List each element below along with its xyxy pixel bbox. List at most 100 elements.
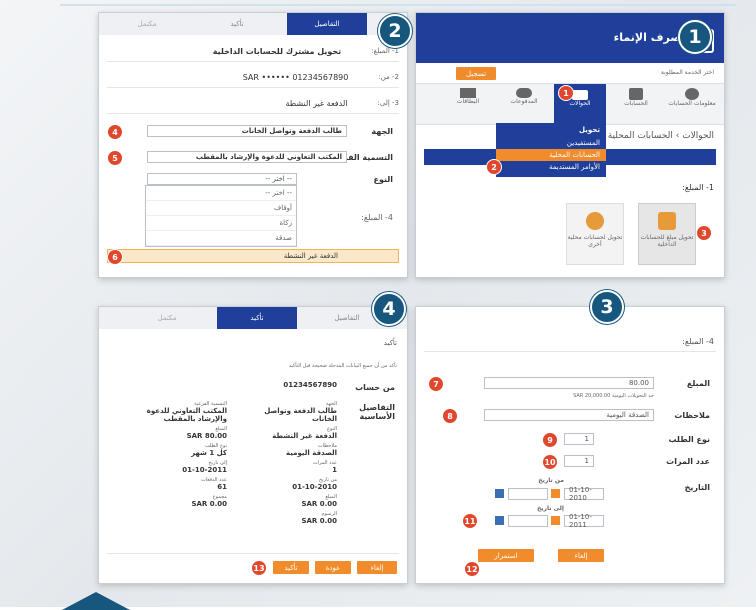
tile-cards[interactable]: البطاقات	[442, 88, 494, 105]
to-date-input[interactable]: 01-10-2011	[564, 513, 604, 529]
amount-label: المبلغ	[686, 379, 710, 388]
amount-section-label: 4- المبلغ:	[361, 213, 393, 222]
cancel-button[interactable]: إلغاء	[357, 561, 397, 574]
menu-item-standing-orders[interactable]: الأوامر المستديمة	[496, 161, 606, 173]
step-badge: 6	[107, 249, 123, 265]
confirm-button[interactable]: تأكيد	[273, 561, 309, 574]
from-hijri-input[interactable]	[508, 488, 548, 500]
detail-value: المكتب التعاوني للدعوة والإرشاد بالمقطب	[146, 407, 227, 423]
step-number-3: 3	[590, 290, 624, 324]
step-badge: 9	[542, 432, 558, 448]
confirm-note: تأكد من أن جميع البيانات المدخلة صحيحة ق…	[288, 363, 397, 369]
tile-label: الحوالات	[569, 100, 591, 107]
details-col-right: الجهة طالب الدفعة وتواصل الخانات النوع الد…	[237, 401, 337, 528]
amount-limit-hint: حد التحويلات اليومية SAR 20,000.00	[573, 393, 654, 399]
card-internal-transfer[interactable]: تحويل مبلغ للحسابات الداخلية	[638, 203, 696, 265]
menu-item-local-accounts[interactable]: الحسابات المحلية	[496, 149, 606, 161]
type-dropdown-list: -- اختر -- أوقاف زكاة صدقة	[145, 185, 297, 247]
row-value: SAR •••••• 01234567890	[242, 72, 349, 82]
panel-step-2: التفاصيل تأكيد مكتمل 1- المبلغ: تحويل مش…	[98, 12, 408, 278]
detail-value: SAR 0.00	[301, 500, 337, 508]
hand-coin-icon	[586, 212, 604, 230]
back-button[interactable]: عودة	[315, 561, 351, 574]
from-account-label: من حساب	[355, 383, 395, 392]
purpose-label: الجهة	[371, 127, 393, 136]
card-local-transfer[interactable]: تحويل لحسابات محلية أخرى	[566, 203, 624, 265]
step-badge: 10	[542, 454, 558, 470]
menu-title: تحويل	[579, 126, 600, 134]
top-accent-line	[60, 4, 736, 6]
tab-confirm: تأكيد	[217, 307, 297, 329]
step-badge: 12	[464, 561, 480, 577]
step-badge: 3	[696, 225, 712, 241]
calendar-hand-icon	[658, 212, 676, 230]
amount-section-label: 4- المبلغ:	[682, 337, 714, 346]
card-icon	[460, 88, 476, 98]
type-select[interactable]: -- اختر --	[147, 173, 297, 185]
register-button[interactable]: تسجيل	[456, 67, 496, 80]
tab-complete: مكتمل	[157, 314, 177, 322]
people-icon	[629, 88, 643, 100]
menu-item-beneficiaries[interactable]: المستفيدين	[496, 137, 606, 149]
panel-step-1: مصرف الإنماء اختر الخدمة المطلوبة تسجيل …	[415, 12, 725, 278]
row-label: 2- من:	[378, 73, 399, 81]
transfer-menu: تحويل المستفيدين الحسابات المحلية الأوام…	[496, 123, 606, 177]
notes-input[interactable]: الصدقة اليومية	[484, 409, 654, 421]
wizard-tabs: التفاصيل تأكيد مكتمل	[99, 307, 407, 329]
calendar-icon[interactable]	[551, 516, 560, 525]
panel-step-4: التفاصيل تأكيد مكتمل تأكيد تأكد من أن جم…	[98, 306, 408, 584]
details-label: التفاصيل الأساسية	[359, 403, 395, 421]
detail-value: 61	[217, 483, 227, 491]
summary-row-from: 2- من: SAR •••••• 01234567890	[107, 67, 399, 88]
card-label: تحويل لحسابات محلية أخرى	[567, 234, 623, 248]
purpose-select[interactable]: طالب الدفعة وتواصل الخانات	[147, 125, 347, 137]
calendar-icon[interactable]	[551, 489, 560, 498]
cancel-button[interactable]: إلغاء	[558, 549, 604, 562]
tile-label: البطاقات	[456, 98, 480, 105]
calendar-icon[interactable]	[495, 516, 504, 525]
dropdown-option[interactable]: زكاة	[146, 216, 296, 231]
order-type-select[interactable]: 1	[564, 433, 594, 445]
breadcrumb: الحوالات › الحسابات المحلية	[607, 131, 714, 141]
step-badge: 1	[558, 85, 574, 101]
dropdown-option[interactable]: صدقة	[146, 231, 296, 246]
step-badge: 5	[107, 150, 123, 166]
dropdown-option[interactable]: أوقاف	[146, 201, 296, 216]
detail-value: SAR 0.00	[191, 500, 227, 508]
step-badge: 8	[442, 408, 458, 424]
tab-complete: مكتمل	[137, 20, 157, 28]
subcategory-select[interactable]: المكتب التعاوني للدعوة والإرشاد بالمقطب	[147, 151, 347, 163]
continue-button[interactable]: استمرار	[478, 549, 534, 562]
tile-payments[interactable]: المدفوعات	[498, 88, 550, 105]
detail-value: 01-10-2011	[182, 466, 227, 474]
tile-accounts-info[interactable]: معلومات الحسابات	[666, 88, 718, 107]
step-badge: 7	[428, 376, 444, 392]
to-hijri-input[interactable]	[508, 515, 548, 527]
step-number-2: 2	[378, 14, 412, 48]
detail-value: 1	[332, 466, 337, 474]
detail-value: SAR 80.00	[186, 432, 227, 440]
step-badge: 11	[462, 513, 478, 529]
calendar-icon[interactable]	[495, 489, 504, 498]
dropdown-option[interactable]: -- اختر --	[146, 186, 296, 201]
bank-name: مصرف الإنماء	[613, 31, 688, 44]
wizard-tabs: التفاصيل تأكيد مكتمل	[99, 13, 407, 35]
from-date-input[interactable]: 01-10-2010	[564, 486, 604, 502]
repeat-count-label: عدد المرات	[666, 457, 710, 466]
from-account-value: 01234567890	[283, 381, 337, 389]
panel-step-3: 4- المبلغ: المبلغ 80.00 7 حد التحويلات ا…	[415, 306, 725, 584]
repeat-count-input[interactable]: 1	[564, 455, 594, 467]
transfer-icon	[572, 90, 588, 100]
notes-label: ملاحظات	[674, 411, 710, 420]
detail-value: الدفعة غير النشطة	[272, 432, 337, 440]
order-type-label: نوع الطلب	[668, 435, 710, 444]
amount-input[interactable]: 80.00	[484, 377, 654, 389]
car-icon	[516, 88, 532, 98]
tile-accounts[interactable]: الحسابات	[610, 88, 662, 107]
dropdown-option-selected[interactable]: الدفعة غير النشطة	[107, 249, 399, 263]
divider	[107, 553, 399, 554]
row-label: 1- المبلغ:	[371, 47, 399, 55]
globe-icon	[685, 88, 699, 100]
detail-value: كل 1 شهر	[191, 449, 227, 457]
step-badge: 2	[486, 159, 502, 175]
